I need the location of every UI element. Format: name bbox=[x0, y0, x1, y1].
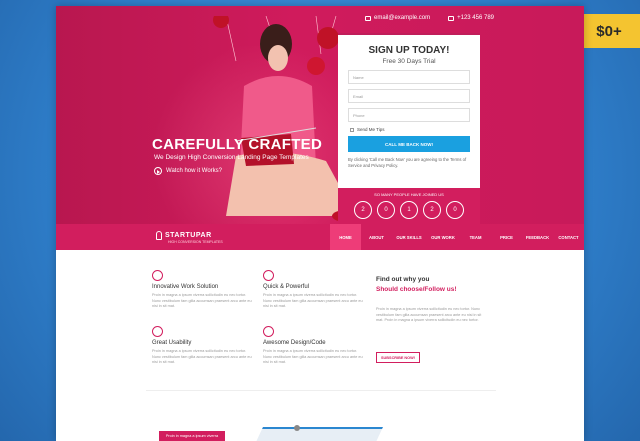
nav-item-team[interactable]: TEAM bbox=[460, 224, 491, 250]
checkbox-icon[interactable] bbox=[350, 127, 354, 132]
email-field[interactable]: Email bbox=[348, 89, 470, 103]
device-mockup bbox=[249, 427, 383, 441]
nav-item-home[interactable]: HOME bbox=[330, 224, 361, 250]
logo[interactable]: STARTUPAR bbox=[156, 231, 212, 240]
nav-item-contact[interactable]: CONTACT bbox=[553, 224, 584, 250]
gear-icon bbox=[152, 326, 163, 337]
phone-field[interactable]: Phone bbox=[348, 108, 470, 122]
signup-subtitle: Free 30 Days Trial bbox=[382, 58, 436, 65]
subscribe-button[interactable]: SUBSCRIBE NOW! bbox=[376, 352, 420, 363]
counter-digit: 2 bbox=[354, 201, 372, 219]
lower-section: Proin in magna a ipsum viverra bbox=[56, 391, 584, 441]
name-field[interactable]: Name bbox=[348, 70, 470, 84]
feature-text: Proin in magna a ipsum viverra sollicitu… bbox=[263, 293, 363, 309]
trophy-icon bbox=[263, 326, 274, 337]
feature-card: Innovative Work Solution Proin in magna … bbox=[152, 270, 252, 310]
features-section: Innovative Work Solution Proin in magna … bbox=[56, 250, 584, 390]
nav-item-feedback[interactable]: FEEDBACK bbox=[522, 224, 553, 250]
feature-card: Awesome Design/Code Proin in magna a ips… bbox=[263, 326, 363, 366]
nav-item-about[interactable]: ABOUT bbox=[361, 224, 392, 250]
feature-title: Great Usability bbox=[152, 340, 192, 346]
device-camera bbox=[294, 425, 300, 431]
why-choose-us: Find out why you Should choose/Follow us… bbox=[376, 276, 486, 324]
call-me-back-button[interactable]: CALL ME BACK NOW! bbox=[348, 136, 470, 152]
feature-title: Innovative Work Solution bbox=[152, 284, 219, 290]
feature-title: Awesome Design/Code bbox=[263, 340, 326, 346]
nav-menu: HOME ABOUT OUR SKILLS OUR WORK TEAM PRIC… bbox=[330, 224, 584, 250]
why-heading-line1: Find out why you bbox=[376, 276, 430, 283]
feature-card: Great Usability Proin in magna a ipsum v… bbox=[152, 326, 252, 366]
logo-tagline: HIGH CONVERSION TEMPLATES bbox=[168, 240, 223, 244]
hero-title: CAREFULLY CRAFTED bbox=[152, 136, 323, 153]
nav-item-skills[interactable]: OUR SKILLS bbox=[392, 224, 426, 250]
main-nav: STARTUPAR HIGH CONVERSION TEMPLATES HOME… bbox=[56, 224, 584, 250]
counter-digit: 2 bbox=[423, 201, 441, 219]
counters: 2 0 1 2 0 bbox=[338, 201, 480, 219]
terms-text: By clicking 'Call me Back Now' you are a… bbox=[348, 157, 467, 169]
phone-icon bbox=[448, 15, 455, 21]
feature-text: Proin in magna a ipsum viverra sollicitu… bbox=[263, 349, 363, 365]
counter-digit: 0 bbox=[446, 201, 464, 219]
target-icon bbox=[152, 270, 163, 281]
signup-form: SIGN UP TODAY! Free 30 Days Trial Name E… bbox=[338, 33, 480, 224]
rocket-icon bbox=[156, 231, 162, 240]
feature-text: Proin in magna a ipsum viverra sollicitu… bbox=[152, 349, 252, 365]
lower-cta-button[interactable]: Proin in magna a ipsum viverra bbox=[159, 431, 225, 441]
play-icon bbox=[154, 167, 162, 175]
tips-checkbox[interactable]: Send Me Tips bbox=[350, 127, 468, 132]
joined-counter-panel: SO MANY PEOPLE HAVE JOINED US 2 0 1 2 0 bbox=[338, 188, 480, 224]
phone-contact[interactable]: +123 456 789 bbox=[448, 15, 494, 21]
why-text: Proin in magna a ipsum viverra sollicitu… bbox=[376, 307, 482, 323]
landing-page-preview: email@example.com +123 456 789 CAREFULLY… bbox=[56, 6, 584, 441]
price-badge: $0+ bbox=[566, 14, 640, 48]
signup-title: SIGN UP TODAY! bbox=[368, 45, 450, 56]
hero-section: email@example.com +123 456 789 CAREFULLY… bbox=[56, 6, 584, 224]
counter-digit: 0 bbox=[377, 201, 395, 219]
counter-digit: 1 bbox=[400, 201, 418, 219]
clock-icon bbox=[263, 270, 274, 281]
feature-card: Quick & Powerful Proin in magna a ipsum … bbox=[263, 270, 363, 310]
hero-subtitle: We Design High Conversion Landing Page T… bbox=[154, 154, 309, 161]
feature-text: Proin in magna a ipsum viverra sollicitu… bbox=[152, 293, 252, 309]
nav-item-work[interactable]: OUR WORK bbox=[426, 224, 460, 250]
why-heading-line2: Should choose/Follow us! bbox=[376, 286, 457, 293]
feature-title: Quick & Powerful bbox=[263, 284, 310, 290]
nav-item-price[interactable]: PRICE bbox=[491, 224, 522, 250]
watch-video-link[interactable]: Watch how it Works? bbox=[154, 167, 222, 175]
joined-title: SO MANY PEOPLE HAVE JOINED US bbox=[374, 192, 444, 197]
